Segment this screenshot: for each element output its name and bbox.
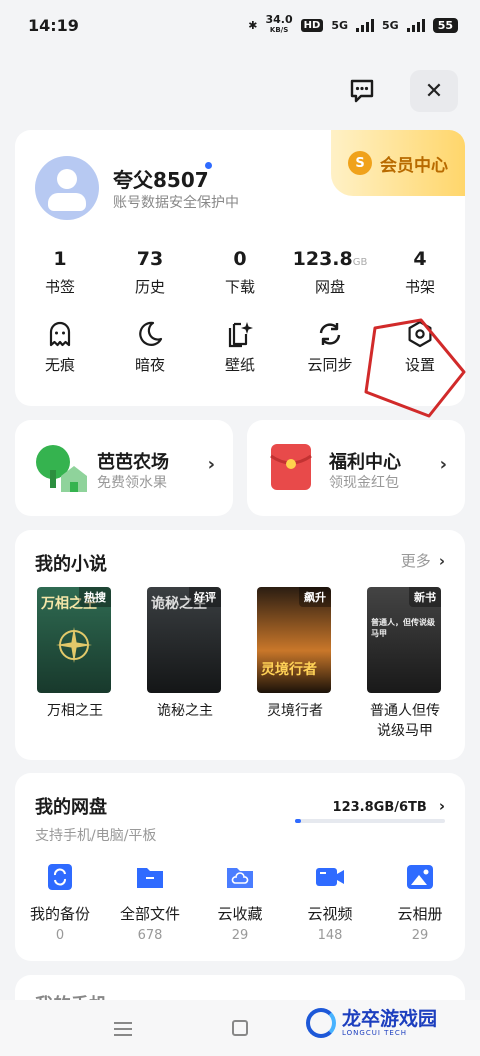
disk-items-row: 我的备份 0 全部文件 678 云收藏 29 云视频 148 云相册 29 <box>15 863 465 943</box>
folder-icon <box>137 868 163 888</box>
tool-incognito[interactable]: 无痕 <box>15 320 105 375</box>
network-type-2: 5G <box>382 18 399 32</box>
book-cover: 灵境行者 飙升 <box>257 587 331 693</box>
vip-coin-icon: S <box>348 151 372 175</box>
book-title: 万相之王 <box>47 703 103 719</box>
farm-promo-card[interactable]: 芭芭农场 免费领水果 › <box>15 420 233 516</box>
hd-badge: HD <box>300 18 324 32</box>
tool-cloud-sync[interactable]: 云同步 <box>285 320 375 375</box>
moon-icon <box>139 321 163 346</box>
storage-usage[interactable]: 123.8GB/6TB › <box>333 797 445 815</box>
ghost-icon <box>49 321 71 347</box>
novels-title: 我的小说 <box>35 554 107 575</box>
message-icon <box>350 79 374 103</box>
wallpaper-icon <box>228 322 253 348</box>
stat-bookshelf[interactable]: 4 书架 <box>375 248 465 297</box>
notification-dot <box>205 162 212 169</box>
menu-icon[interactable] <box>114 1022 132 1040</box>
stat-history[interactable]: 73 历史 <box>105 248 195 297</box>
stat-downloads[interactable]: 0 下载 <box>195 248 285 297</box>
avatar[interactable] <box>35 156 99 220</box>
watermark: 龙卒游戏园 LONGCUI TECH <box>306 1008 437 1038</box>
watermark-subtext: LONGCUI TECH <box>342 1029 407 1037</box>
storage-progress-fill <box>295 819 301 823</box>
chevron-right-icon: › <box>207 454 215 475</box>
stat-cloud-disk[interactable]: 123.8GB 网盘 <box>285 248 375 297</box>
storage-progress-bar <box>295 819 445 823</box>
book-title: 普通人但传说级马甲 <box>370 703 440 739</box>
compass-emblem <box>56 627 92 663</box>
system-nav-bar: 龙卒游戏园 LONGCUI TECH <box>0 1000 480 1056</box>
signal-icon <box>356 18 374 32</box>
farm-title: 芭芭农场 <box>97 452 169 473</box>
book-title: 诡秘之主 <box>157 703 213 719</box>
cloud-folder-icon <box>227 868 253 888</box>
annotation-outline <box>364 318 466 418</box>
farm-subtitle: 免费领水果 <box>97 475 167 491</box>
photo-icon <box>407 865 433 889</box>
vip-center-label: 会员中心 <box>380 155 448 176</box>
book-item[interactable]: 诡秘之主 好评 诡秘之主 <box>147 587 223 721</box>
book-tag: 热搜 <box>79 587 111 607</box>
home-icon[interactable] <box>232 1020 248 1036</box>
stats-row: 1 书签 73 历史 0 下载 123.8GB 网盘 4 书架 <box>15 248 465 297</box>
bluetooth-icon: ✱ <box>248 18 258 32</box>
chevron-right-icon: › <box>439 454 447 475</box>
status-bar: 14:19 ✱ 34.0 KB/S HD 5G 5G 55 <box>0 0 480 50</box>
my-disk-card[interactable]: 我的网盘 支持手机/电脑/平板 123.8GB/6TB › 我的备份 0 全部文件… <box>15 773 465 961</box>
chevron-right-icon: › <box>438 797 445 815</box>
book-cover: 普通人，但传说级马甲 新书 <box>367 587 441 693</box>
battery-indicator: 55 <box>432 17 458 33</box>
security-note: 账号数据安全保护中 <box>113 195 239 211</box>
backup-icon <box>48 864 72 890</box>
welfare-subtitle: 领现金红包 <box>329 475 399 491</box>
message-button[interactable] <box>338 70 386 112</box>
my-novels-card: 我的小说 更多 › 万相之王 热搜 万相之王 诡秘之主 好评 诡秘之主 灵境行者 … <box>15 530 465 760</box>
disk-item-cloud-favorites[interactable]: 云收藏 29 <box>195 863 285 943</box>
username[interactable]: 夸父8507 <box>113 164 209 193</box>
watermark-text: 龙卒游戏园 <box>342 1008 438 1030</box>
tool-wallpaper[interactable]: 壁纸 <box>195 320 285 375</box>
book-tag: 新书 <box>409 587 441 607</box>
watermark-logo-icon <box>306 1008 336 1038</box>
book-title: 灵境行者 <box>267 703 323 719</box>
red-envelope-icon <box>270 444 312 490</box>
stat-bookmarks[interactable]: 1 书签 <box>15 248 105 297</box>
disk-item-all-files[interactable]: 全部文件 678 <box>105 863 195 943</box>
book-item[interactable]: 灵境行者 飙升 灵境行者 <box>257 587 333 721</box>
tool-night-mode[interactable]: 暗夜 <box>105 320 195 375</box>
vip-center-button[interactable]: S 会员中心 <box>331 130 465 196</box>
video-icon <box>316 868 344 886</box>
close-icon: ✕ <box>424 78 444 104</box>
status-time: 14:19 <box>28 15 79 35</box>
tree-house-icon <box>36 445 87 492</box>
sync-icon <box>319 323 341 345</box>
book-tag: 好评 <box>189 587 221 607</box>
signal-icon-2 <box>406 18 425 32</box>
book-cover: 诡秘之主 好评 <box>147 587 221 693</box>
disk-subtitle: 支持手机/电脑/平板 <box>35 828 157 844</box>
book-item[interactable]: 普通人，但传说级马甲 新书 普通人但传说级马甲 <box>367 587 443 741</box>
status-icons: ✱ 34.0 KB/S HD 5G 5G 55 <box>248 13 458 35</box>
network-type-1: 5G <box>331 18 348 32</box>
novels-more-link[interactable]: 更多 › <box>401 550 445 571</box>
book-cover: 万相之王 热搜 <box>37 587 111 693</box>
close-button[interactable]: ✕ <box>410 70 458 112</box>
book-item[interactable]: 万相之王 热搜 万相之王 <box>37 587 113 721</box>
welfare-title: 福利中心 <box>329 452 401 473</box>
disk-title: 我的网盘 <box>35 797 107 818</box>
disk-item-cloud-photos[interactable]: 云相册 29 <box>375 863 465 943</box>
network-speed: 34.0 KB/S <box>265 13 293 34</box>
disk-item-backup[interactable]: 我的备份 0 <box>15 863 105 943</box>
welfare-promo-card[interactable]: 福利中心 领现金红包 › <box>247 420 465 516</box>
disk-item-cloud-video[interactable]: 云视频 148 <box>285 863 375 943</box>
book-tag: 飙升 <box>299 587 331 607</box>
chevron-right-icon: › <box>438 552 445 570</box>
